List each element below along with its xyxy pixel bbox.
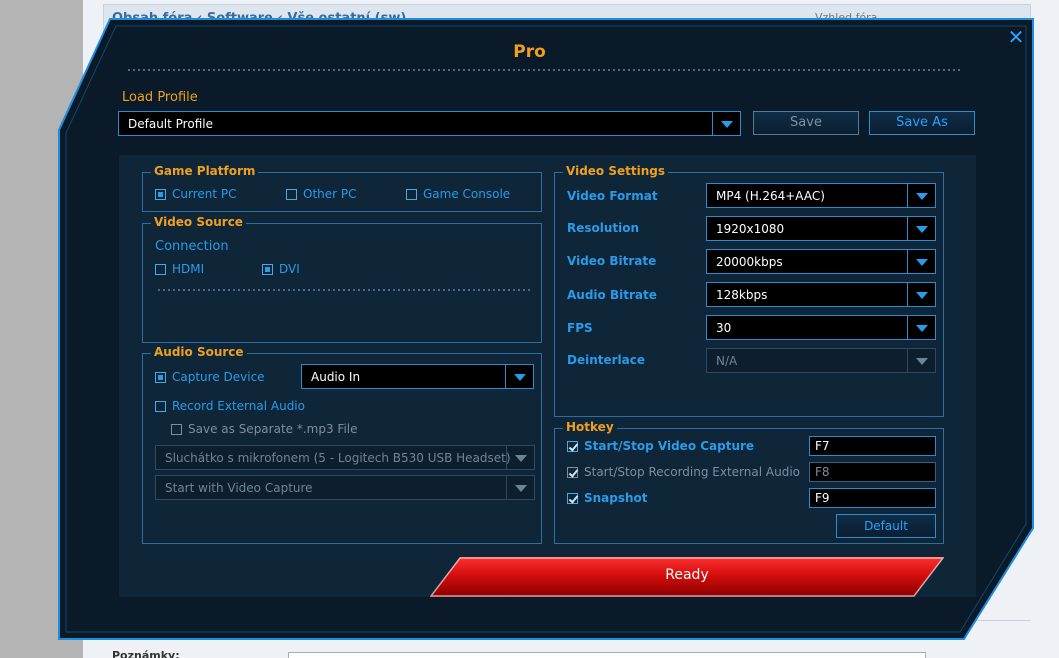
separate-mp3-label: Save as Separate *.mp3 File — [188, 422, 358, 436]
background-note-box[interactable] — [288, 652, 926, 658]
external-audio-device-dropdown[interactable]: Sluchátko s mikrofonem (5 - Logitech B53… — [155, 445, 535, 470]
video-capture-hotkey-label: Start/Stop Video Capture — [584, 439, 755, 453]
hotkey-default-button[interactable]: Default — [836, 514, 936, 538]
video-format-dropdown[interactable]: MP4 (H.264+AAC) — [706, 183, 936, 208]
chevron-down-icon[interactable] — [907, 316, 935, 339]
chevron-down-icon[interactable] — [907, 283, 935, 306]
close-icon[interactable]: ✕ — [1006, 27, 1026, 47]
chevron-down-icon[interactable] — [506, 446, 534, 469]
audio-bitrate-label: Audio Bitrate — [567, 288, 657, 302]
resolution-label: Resolution — [567, 221, 640, 235]
capture-device-dropdown[interactable]: Audio In — [301, 364, 534, 389]
radio-dvi[interactable]: DVI — [262, 262, 300, 276]
checkbox-unchecked-icon — [155, 400, 166, 412]
deinterlace-label: Deinterlace — [567, 353, 646, 367]
video-format-value: MP4 (H.264+AAC) — [716, 188, 825, 203]
external-audio-hotkey-label: Start/Stop Recording External Audio — [584, 465, 800, 479]
radio-current-pc-label: Current PC — [172, 187, 237, 201]
chevron-down-icon[interactable] — [907, 349, 935, 372]
video-format-label: Video Format — [567, 189, 658, 203]
audio-bitrate-value: 128kbps — [716, 287, 768, 302]
capture-device-value: Audio In — [311, 369, 361, 384]
dialog-title: Pro — [513, 42, 546, 62]
background-note-label: Poznámky: — [112, 649, 180, 658]
radio-hdmi-label: HDMI — [172, 262, 205, 276]
checkbox-external-audio-hotkey[interactable]: Start/Stop Recording External Audio — [567, 465, 800, 479]
chevron-down-icon[interactable] — [907, 217, 935, 240]
audio-bitrate-dropdown[interactable]: 128kbps — [706, 282, 936, 307]
radio-selected-icon — [262, 263, 273, 275]
checkbox-checked-icon — [567, 492, 578, 504]
fps-value: 30 — [716, 320, 732, 335]
video-bitrate-dropdown[interactable]: 20000kbps — [706, 249, 936, 274]
radio-selected-icon — [155, 371, 166, 383]
checkbox-checked-icon — [567, 440, 578, 452]
deinterlace-dropdown[interactable]: N/A — [706, 348, 936, 373]
save-as-profile-button[interactable]: Save As — [869, 111, 975, 135]
radio-game-console[interactable]: Game Console — [406, 187, 510, 201]
video-bitrate-value: 20000kbps — [716, 254, 783, 269]
checkbox-snapshot-hotkey[interactable]: Snapshot — [567, 491, 648, 505]
radio-dvi-label: DVI — [279, 262, 300, 276]
radio-unselected-icon — [155, 263, 166, 275]
chevron-down-icon[interactable] — [907, 184, 935, 207]
start-mode-dropdown[interactable]: Start with Video Capture — [155, 475, 535, 500]
checkbox-record-external-audio[interactable]: Record External Audio — [155, 399, 305, 413]
video-source-title: Video Source — [151, 215, 246, 229]
checkbox-separate-mp3[interactable]: Save as Separate *.mp3 File — [171, 422, 358, 436]
audio-source-title: Audio Source — [151, 345, 247, 359]
video-bitrate-label: Video Bitrate — [567, 254, 657, 268]
load-profile-label: Load Profile — [122, 90, 198, 105]
video-source-divider — [158, 289, 532, 291]
profile-dropdown-value: Default Profile — [128, 116, 213, 131]
record-external-audio-label: Record External Audio — [172, 399, 305, 413]
chevron-down-icon[interactable] — [506, 476, 534, 499]
connection-label: Connection — [155, 239, 229, 254]
checkbox-video-capture-hotkey[interactable]: Start/Stop Video Capture — [567, 439, 754, 453]
chevron-down-icon[interactable] — [712, 112, 740, 135]
fps-label: FPS — [567, 321, 593, 335]
radio-hdmi[interactable]: HDMI — [155, 262, 204, 276]
fps-dropdown[interactable]: 30 — [706, 315, 936, 340]
snapshot-hotkey-label: Snapshot — [584, 491, 648, 505]
title-divider — [128, 69, 963, 71]
radio-current-pc[interactable]: Current PC — [155, 187, 237, 201]
radio-capture-device[interactable]: Capture Device — [155, 370, 265, 384]
external-audio-device-value: Sluchátko s mikrofonem (5 - Logitech B53… — [165, 450, 511, 465]
video-capture-hotkey-field[interactable]: F7 — [809, 436, 936, 456]
external-audio-hotkey-field[interactable]: F8 — [809, 462, 936, 482]
video-settings-title: Video Settings — [563, 164, 668, 178]
chevron-down-icon[interactable] — [907, 250, 935, 273]
chevron-down-icon[interactable] — [505, 365, 533, 388]
profile-dropdown[interactable]: Default Profile — [118, 111, 741, 136]
hotkey-title: Hotkey — [563, 420, 617, 434]
checkbox-unchecked-icon — [171, 423, 182, 435]
radio-unselected-icon — [286, 188, 297, 200]
ready-button[interactable]: Ready — [430, 557, 944, 597]
game-platform-title: Game Platform — [151, 164, 259, 178]
start-mode-value: Start with Video Capture — [165, 480, 313, 495]
resolution-dropdown[interactable]: 1920x1080 — [706, 216, 936, 241]
resolution-value: 1920x1080 — [716, 221, 785, 236]
snapshot-hotkey-field[interactable]: F9 — [809, 488, 936, 508]
radio-other-pc-label: Other PC — [303, 187, 357, 201]
deinterlace-value: N/A — [716, 353, 738, 368]
radio-game-console-label: Game Console — [423, 187, 511, 201]
radio-unselected-icon — [406, 188, 417, 200]
checkbox-checked-icon — [567, 466, 578, 478]
radio-other-pc[interactable]: Other PC — [286, 187, 357, 201]
save-profile-button[interactable]: Save — [753, 111, 859, 135]
capture-device-label: Capture Device — [172, 370, 265, 384]
radio-selected-icon — [155, 188, 166, 200]
